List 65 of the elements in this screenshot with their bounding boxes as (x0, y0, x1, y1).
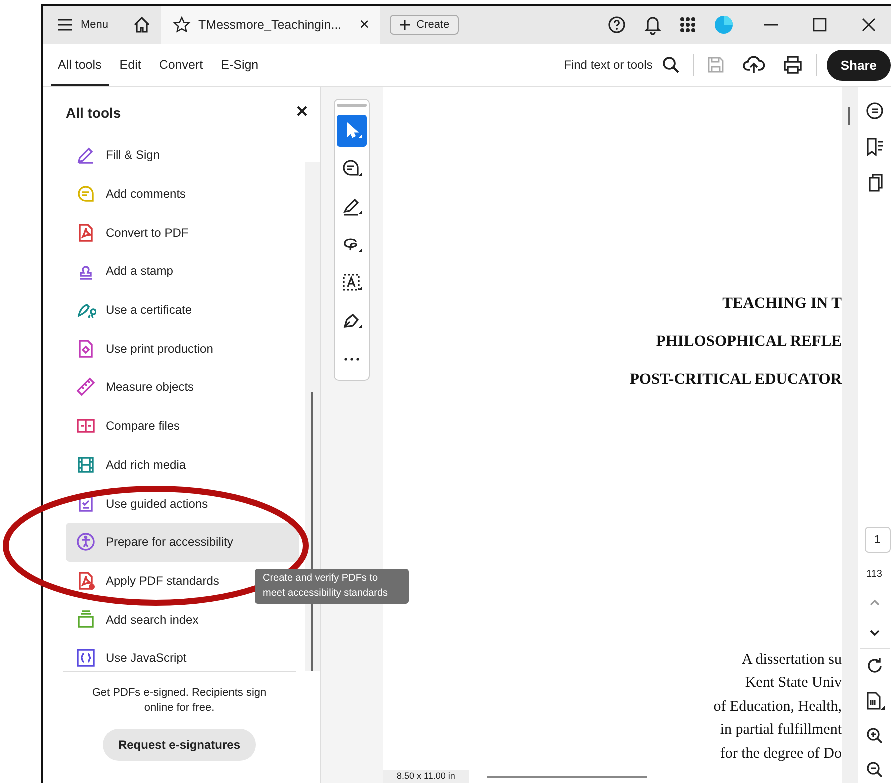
toolbar-tab[interactable]: Edit (112, 44, 148, 86)
tool-item[interactable]: Add comments (66, 174, 196, 214)
horizontal-scrollbar[interactable] (487, 776, 648, 778)
document-text: of Education, Health, (714, 698, 842, 716)
document-text: A dissertation su (742, 650, 842, 670)
text-box-icon (341, 272, 363, 294)
create-button[interactable]: Create (390, 15, 459, 35)
promo-text: Get PDFs e-signed. Recipients sign online for free. (91, 686, 268, 716)
document-heading: TEACHING IN T (722, 295, 842, 313)
document-text: Kent State Univ (745, 674, 842, 693)
close-panel-button[interactable]: × (296, 101, 308, 124)
document-tab[interactable]: TMessmore_Teachingin... × (160, 6, 380, 44)
fit-page-icon[interactable] (864, 691, 884, 711)
page-number-field[interactable]: 1 (864, 527, 890, 553)
zoom-in-icon[interactable] (866, 727, 884, 745)
document-text: in partial fulfillment (720, 721, 842, 740)
tool-item[interactable]: Measure objects (66, 368, 204, 407)
more-icon (344, 358, 360, 360)
tool-item[interactable]: Convert to PDF (66, 213, 199, 252)
cloud-upload-icon[interactable] (742, 55, 765, 75)
tool-item[interactable]: Use a certificate (66, 290, 202, 330)
help-icon[interactable] (608, 16, 626, 34)
request-signatures-button[interactable]: Request e-signatures (103, 728, 256, 761)
tool-item[interactable]: Prepare for accessibility (66, 522, 299, 562)
document-heading: POST-CRITICAL EDUCATOR (630, 371, 842, 389)
search-icon[interactable] (662, 56, 680, 74)
menu-icon (57, 19, 73, 31)
highlighter-icon (341, 196, 363, 218)
star-icon[interactable] (172, 16, 191, 34)
tool-item[interactable]: Use JavaScript (66, 638, 197, 671)
scrollbar-thumb[interactable] (848, 107, 850, 125)
comment-icon[interactable] (864, 101, 884, 121)
document-text: for the degree of Do (720, 744, 842, 764)
tool-item[interactable]: Fill & Sign (66, 136, 170, 175)
tooltip: Create and verify PDFs to meet accessibility standards (255, 569, 409, 604)
tool-item[interactable]: Add rich media (66, 446, 196, 484)
share-button[interactable]: Share (826, 50, 891, 80)
zoom-out-icon[interactable] (866, 761, 884, 779)
maximize-icon[interactable] (813, 18, 827, 32)
tool-item[interactable]: Add search index (66, 600, 209, 639)
tool-item[interactable]: Apply PDF standards (66, 562, 230, 600)
scrollbar-thumb[interactable] (311, 392, 313, 671)
tool-item[interactable]: Use guided actions (66, 484, 218, 523)
document-heading: PHILOSOPHICAL REFLE (656, 333, 842, 351)
toolbar-tab[interactable]: Convert (152, 44, 210, 86)
home-icon[interactable] (132, 15, 152, 35)
apps-grid-icon[interactable] (680, 17, 696, 33)
page-size-label: 8.50 x 11.00 in (383, 770, 470, 783)
plus-icon (398, 19, 411, 31)
page-count: 113 (866, 569, 882, 580)
find-button[interactable]: Find text or tools (564, 58, 653, 72)
print-icon[interactable] (782, 56, 803, 74)
toolbar-tab[interactable]: All tools (51, 44, 109, 86)
bookmark-icon[interactable] (864, 137, 884, 157)
tool-item[interactable]: Use print production (66, 329, 224, 368)
toolbar-tab[interactable]: E-Sign (214, 44, 266, 86)
panel-title: All tools (66, 104, 122, 120)
close-tab-button[interactable]: × (360, 15, 370, 35)
menu-button[interactable]: Menu (43, 19, 123, 31)
tool-item[interactable]: Compare files (66, 406, 190, 446)
close-icon[interactable] (861, 17, 877, 33)
bell-icon[interactable] (644, 15, 662, 35)
rotate-icon[interactable] (866, 657, 884, 675)
document-title: TMessmore_Teachingin... (198, 18, 342, 32)
tool-item[interactable]: Add a stamp (66, 252, 184, 291)
